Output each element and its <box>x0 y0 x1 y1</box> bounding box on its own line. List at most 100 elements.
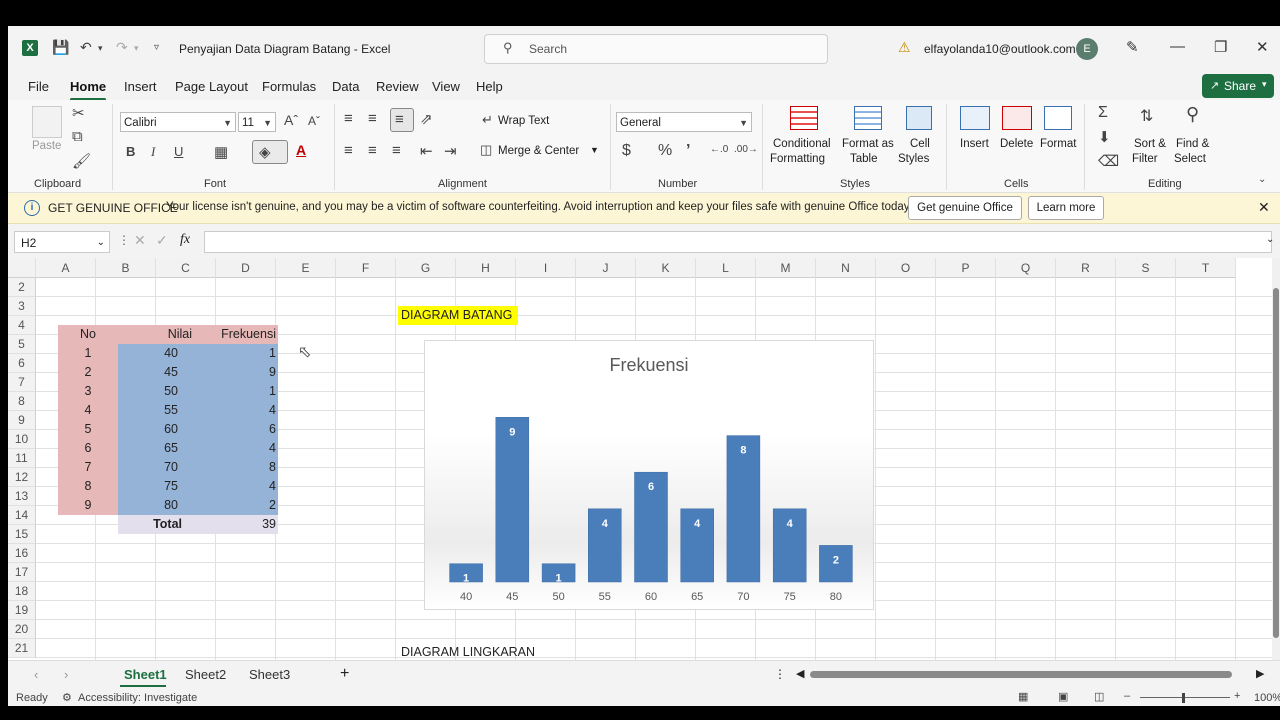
conditional-formatting-label-2[interactable]: Formatting <box>770 153 825 165</box>
cell-nilai[interactable]: 60 <box>118 420 218 439</box>
column-header-j[interactable]: J <box>576 258 636 278</box>
cell-nilai[interactable]: 70 <box>118 458 218 477</box>
wrap-text-button[interactable]: Wrap Text <box>498 115 549 127</box>
column-header-q[interactable]: Q <box>996 258 1056 278</box>
tab-review[interactable]: Review <box>376 79 419 94</box>
vertical-scroll-thumb[interactable] <box>1273 288 1279 638</box>
chevron-down-icon[interactable]: ▼ <box>590 145 599 155</box>
get-genuine-office-button[interactable]: Get genuine Office <box>908 196 1022 220</box>
sort-filter-label-2[interactable]: Filter <box>1132 153 1158 165</box>
fill-color-button[interactable]: ◈ <box>252 140 288 164</box>
undo-dropdown-icon[interactable]: ▾ <box>98 43 103 54</box>
fill-icon[interactable]: ⬇ <box>1098 128 1111 146</box>
worksheet-grid[interactable]: TSRQPONMLKJIHGFEDCBA DIAGRAM BATANG DIAG… <box>8 258 1272 660</box>
row-header-12[interactable]: 12 <box>8 468 36 487</box>
scroll-right-icon[interactable]: ▶ <box>1256 667 1264 680</box>
total-label[interactable]: Total <box>118 515 218 534</box>
merge-center-button[interactable]: Merge & Center <box>498 145 579 157</box>
bold-button[interactable]: B <box>126 144 135 159</box>
add-sheet-icon[interactable]: + <box>340 665 349 683</box>
accessibility-status[interactable]: Accessibility: Investigate <box>78 692 197 704</box>
cell-no[interactable]: 5 <box>58 420 118 439</box>
format-painter-icon[interactable]: 🖌 <box>72 152 91 170</box>
align-top-icon[interactable]: ≡ <box>344 110 353 127</box>
orientation-icon[interactable]: ⇗ <box>420 110 433 128</box>
next-sheet-icon[interactable]: › <box>64 667 68 682</box>
font-name-combo[interactable]: Calibri ▼ <box>120 112 236 132</box>
row-header-11[interactable]: 11 <box>8 449 36 468</box>
tab-home[interactable]: Home <box>70 79 106 94</box>
column-header-p[interactable]: P <box>936 258 996 278</box>
zoom-slider[interactable] <box>1140 697 1230 698</box>
font-size-combo[interactable]: 11 ▼ <box>238 112 276 132</box>
decrease-indent-icon[interactable]: ⇤ <box>420 142 433 160</box>
avatar[interactable]: E <box>1076 38 1098 60</box>
row-header-15[interactable]: 15 <box>8 525 36 544</box>
copy-icon[interactable]: ⧉ <box>72 128 83 145</box>
conditional-formatting-label-1[interactable]: Conditional <box>773 138 831 150</box>
cell-no[interactable]: 3 <box>58 382 118 401</box>
number-format-combo[interactable]: General ▼ <box>616 112 752 132</box>
tab-view[interactable]: View <box>432 79 460 94</box>
scroll-left-icon[interactable]: ◀ <box>796 667 804 680</box>
column-header-e[interactable]: E <box>276 258 336 278</box>
row-header-4[interactable]: 4 <box>8 316 36 335</box>
underline-button[interactable]: U <box>174 144 183 159</box>
column-header-l[interactable]: L <box>696 258 756 278</box>
autosum-icon[interactable]: Σ <box>1098 104 1108 122</box>
column-header-s[interactable]: S <box>1116 258 1176 278</box>
align-bottom-button[interactable]: ≡ <box>390 108 414 132</box>
cell-nilai[interactable]: 40 <box>118 344 218 363</box>
column-header-r[interactable]: R <box>1056 258 1116 278</box>
column-header-d[interactable]: D <box>216 258 276 278</box>
cell-nilai[interactable]: 65 <box>118 439 218 458</box>
tab-data[interactable]: Data <box>332 79 359 94</box>
zoom-out-icon[interactable]: – <box>1124 690 1130 702</box>
column-header-a[interactable]: A <box>36 258 96 278</box>
column-header-n[interactable]: N <box>816 258 876 278</box>
cell-no[interactable]: 2 <box>58 363 118 382</box>
cell-frek[interactable]: 4 <box>218 477 278 496</box>
tab-file[interactable]: File <box>28 79 49 94</box>
column-header-g[interactable]: G <box>396 258 456 278</box>
cell-nilai[interactable]: 55 <box>118 401 218 420</box>
cut-icon[interactable]: ✂ <box>72 104 85 122</box>
cell-frek[interactable]: 2 <box>218 496 278 515</box>
shrink-font-icon[interactable]: Aˇ <box>308 114 320 128</box>
insert-function-icon[interactable]: fx <box>180 232 190 248</box>
row-header-5[interactable]: 5 <box>8 335 36 354</box>
borders-icon[interactable]: ▦ <box>214 143 228 161</box>
row-header-9[interactable]: 9 <box>8 411 36 430</box>
save-icon[interactable]: 💾 <box>52 39 69 56</box>
find-select-label-1[interactable]: Find & <box>1176 138 1209 150</box>
clear-icon[interactable]: ⌫ <box>1098 152 1119 170</box>
format-as-table-label-1[interactable]: Format as <box>842 138 894 150</box>
tab-sheet3[interactable]: Sheet3 <box>249 667 290 682</box>
row-header-3[interactable]: 3 <box>8 297 36 316</box>
zoom-in-icon[interactable]: + <box>1234 690 1240 702</box>
cell-no[interactable]: 7 <box>58 458 118 477</box>
insert-cells-button[interactable]: Insert <box>960 138 989 150</box>
cell-styles-label-2[interactable]: Styles <box>898 153 929 165</box>
cell-nilai[interactable]: 75 <box>118 477 218 496</box>
wrap-text-icon[interactable]: ↵ <box>482 112 493 128</box>
row-header-19[interactable]: 19 <box>8 601 36 620</box>
tab-formulas[interactable]: Formulas <box>262 79 316 94</box>
format-cells-button[interactable]: Format <box>1040 138 1076 150</box>
comma-style-icon[interactable]: ’ <box>686 142 690 160</box>
name-box[interactable]: H2 ⌄ <box>14 231 110 253</box>
tab-help[interactable]: Help <box>476 79 503 94</box>
cell-no[interactable]: 4 <box>58 401 118 420</box>
row-header-17[interactable]: 17 <box>8 563 36 582</box>
bar-45[interactable] <box>495 417 530 583</box>
row-header-18[interactable]: 18 <box>8 582 36 601</box>
grow-font-icon[interactable]: Aˆ <box>284 112 298 128</box>
bar-70[interactable] <box>726 435 761 583</box>
column-header-t[interactable]: T <box>1176 258 1236 278</box>
align-center-icon[interactable]: ≡ <box>368 142 377 159</box>
column-header-m[interactable]: M <box>756 258 816 278</box>
cell-frek[interactable]: 6 <box>218 420 278 439</box>
close-icon[interactable]: ✕ <box>1256 38 1269 56</box>
normal-view-icon[interactable]: ▦ <box>1018 690 1028 703</box>
prev-sheet-icon[interactable]: ‹ <box>34 667 38 682</box>
